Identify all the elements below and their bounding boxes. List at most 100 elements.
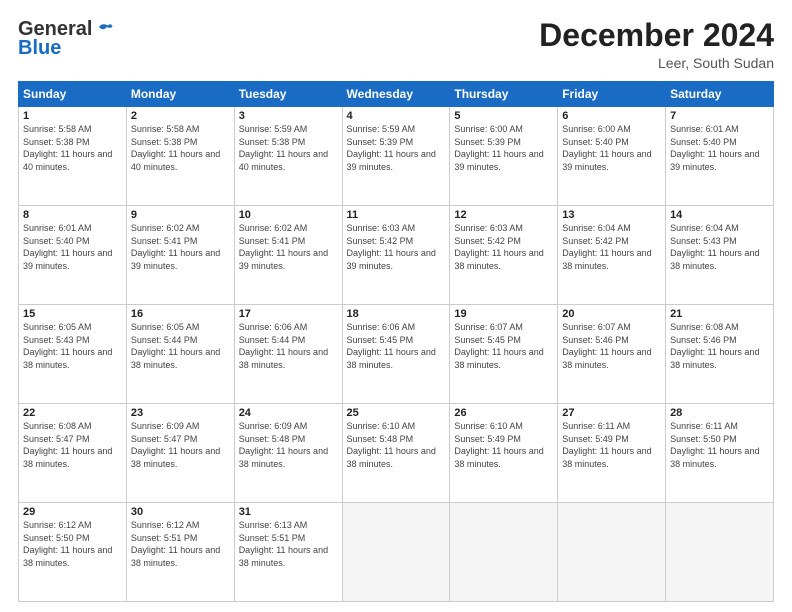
day-number: 16	[131, 308, 230, 320]
table-row: 6 Sunrise: 6:00 AM Sunset: 5:40 PM Dayli…	[558, 107, 666, 206]
table-row: 27 Sunrise: 6:11 AM Sunset: 5:49 PM Dayl…	[558, 404, 666, 503]
table-row: 17 Sunrise: 6:06 AM Sunset: 5:44 PM Dayl…	[234, 305, 342, 404]
day-info: Sunrise: 6:12 AM Sunset: 5:50 PM Dayligh…	[23, 519, 122, 569]
table-row: 11 Sunrise: 6:03 AM Sunset: 5:42 PM Dayl…	[342, 206, 450, 305]
calendar-row: 8 Sunrise: 6:01 AM Sunset: 5:40 PM Dayli…	[19, 206, 774, 305]
table-row: 23 Sunrise: 6:09 AM Sunset: 5:47 PM Dayl…	[126, 404, 234, 503]
day-number: 30	[131, 506, 230, 518]
calendar-table: Sunday Monday Tuesday Wednesday Thursday…	[18, 81, 774, 602]
table-row	[342, 503, 450, 602]
day-number: 25	[347, 407, 446, 419]
day-info: Sunrise: 6:04 AM Sunset: 5:42 PM Dayligh…	[562, 222, 661, 272]
table-row: 10 Sunrise: 6:02 AM Sunset: 5:41 PM Dayl…	[234, 206, 342, 305]
day-number: 20	[562, 308, 661, 320]
day-number: 1	[23, 110, 122, 122]
day-number: 28	[670, 407, 769, 419]
table-row: 4 Sunrise: 5:59 AM Sunset: 5:39 PM Dayli…	[342, 107, 450, 206]
table-row: 7 Sunrise: 6:01 AM Sunset: 5:40 PM Dayli…	[666, 107, 774, 206]
day-number: 19	[454, 308, 553, 320]
day-info: Sunrise: 6:00 AM Sunset: 5:40 PM Dayligh…	[562, 123, 661, 173]
day-info: Sunrise: 6:06 AM Sunset: 5:44 PM Dayligh…	[239, 321, 338, 371]
day-number: 26	[454, 407, 553, 419]
day-info: Sunrise: 6:09 AM Sunset: 5:48 PM Dayligh…	[239, 420, 338, 470]
calendar-row: 1 Sunrise: 5:58 AM Sunset: 5:38 PM Dayli…	[19, 107, 774, 206]
day-number: 2	[131, 110, 230, 122]
header-right: December 2024 Leer, South Sudan	[539, 18, 774, 71]
day-info: Sunrise: 5:58 AM Sunset: 5:38 PM Dayligh…	[131, 123, 230, 173]
day-number: 12	[454, 209, 553, 221]
day-info: Sunrise: 5:59 AM Sunset: 5:39 PM Dayligh…	[347, 123, 446, 173]
month-title: December 2024	[539, 18, 774, 53]
day-info: Sunrise: 6:06 AM Sunset: 5:45 PM Dayligh…	[347, 321, 446, 371]
day-info: Sunrise: 6:13 AM Sunset: 5:51 PM Dayligh…	[239, 519, 338, 569]
day-info: Sunrise: 6:05 AM Sunset: 5:44 PM Dayligh…	[131, 321, 230, 371]
day-number: 29	[23, 506, 122, 518]
day-number: 5	[454, 110, 553, 122]
table-row: 8 Sunrise: 6:01 AM Sunset: 5:40 PM Dayli…	[19, 206, 127, 305]
day-number: 8	[23, 209, 122, 221]
table-row: 19 Sunrise: 6:07 AM Sunset: 5:45 PM Dayl…	[450, 305, 558, 404]
table-row: 25 Sunrise: 6:10 AM Sunset: 5:48 PM Dayl…	[342, 404, 450, 503]
day-info: Sunrise: 5:58 AM Sunset: 5:38 PM Dayligh…	[23, 123, 122, 173]
page: General Blue December 2024 Leer, South S…	[0, 0, 792, 612]
day-info: Sunrise: 6:02 AM Sunset: 5:41 PM Dayligh…	[239, 222, 338, 272]
table-row: 31 Sunrise: 6:13 AM Sunset: 5:51 PM Dayl…	[234, 503, 342, 602]
day-info: Sunrise: 6:01 AM Sunset: 5:40 PM Dayligh…	[23, 222, 122, 272]
day-info: Sunrise: 6:00 AM Sunset: 5:39 PM Dayligh…	[454, 123, 553, 173]
table-row: 3 Sunrise: 5:59 AM Sunset: 5:38 PM Dayli…	[234, 107, 342, 206]
table-row: 18 Sunrise: 6:06 AM Sunset: 5:45 PM Dayl…	[342, 305, 450, 404]
header: General Blue December 2024 Leer, South S…	[18, 18, 774, 71]
table-row: 15 Sunrise: 6:05 AM Sunset: 5:43 PM Dayl…	[19, 305, 127, 404]
day-number: 18	[347, 308, 446, 320]
day-number: 17	[239, 308, 338, 320]
col-saturday: Saturday	[666, 82, 774, 107]
day-number: 22	[23, 407, 122, 419]
col-tuesday: Tuesday	[234, 82, 342, 107]
table-row: 9 Sunrise: 6:02 AM Sunset: 5:41 PM Dayli…	[126, 206, 234, 305]
table-row: 14 Sunrise: 6:04 AM Sunset: 5:43 PM Dayl…	[666, 206, 774, 305]
day-info: Sunrise: 6:07 AM Sunset: 5:46 PM Dayligh…	[562, 321, 661, 371]
day-number: 24	[239, 407, 338, 419]
table-row: 1 Sunrise: 5:58 AM Sunset: 5:38 PM Dayli…	[19, 107, 127, 206]
day-info: Sunrise: 6:01 AM Sunset: 5:40 PM Dayligh…	[670, 123, 769, 173]
day-info: Sunrise: 6:10 AM Sunset: 5:49 PM Dayligh…	[454, 420, 553, 470]
day-number: 31	[239, 506, 338, 518]
table-row: 20 Sunrise: 6:07 AM Sunset: 5:46 PM Dayl…	[558, 305, 666, 404]
table-row: 29 Sunrise: 6:12 AM Sunset: 5:50 PM Dayl…	[19, 503, 127, 602]
day-number: 3	[239, 110, 338, 122]
table-row: 24 Sunrise: 6:09 AM Sunset: 5:48 PM Dayl…	[234, 404, 342, 503]
day-info: Sunrise: 6:11 AM Sunset: 5:49 PM Dayligh…	[562, 420, 661, 470]
day-info: Sunrise: 6:12 AM Sunset: 5:51 PM Dayligh…	[131, 519, 230, 569]
location: Leer, South Sudan	[539, 55, 774, 71]
day-number: 6	[562, 110, 661, 122]
table-row: 12 Sunrise: 6:03 AM Sunset: 5:42 PM Dayl…	[450, 206, 558, 305]
day-number: 14	[670, 209, 769, 221]
calendar-row: 15 Sunrise: 6:05 AM Sunset: 5:43 PM Dayl…	[19, 305, 774, 404]
table-row: 26 Sunrise: 6:10 AM Sunset: 5:49 PM Dayl…	[450, 404, 558, 503]
day-info: Sunrise: 6:09 AM Sunset: 5:47 PM Dayligh…	[131, 420, 230, 470]
day-number: 4	[347, 110, 446, 122]
table-row: 16 Sunrise: 6:05 AM Sunset: 5:44 PM Dayl…	[126, 305, 234, 404]
col-monday: Monday	[126, 82, 234, 107]
day-info: Sunrise: 6:02 AM Sunset: 5:41 PM Dayligh…	[131, 222, 230, 272]
day-info: Sunrise: 6:08 AM Sunset: 5:47 PM Dayligh…	[23, 420, 122, 470]
day-number: 21	[670, 308, 769, 320]
day-number: 7	[670, 110, 769, 122]
table-row: 2 Sunrise: 5:58 AM Sunset: 5:38 PM Dayli…	[126, 107, 234, 206]
col-wednesday: Wednesday	[342, 82, 450, 107]
table-row: 21 Sunrise: 6:08 AM Sunset: 5:46 PM Dayl…	[666, 305, 774, 404]
calendar-header-row: Sunday Monday Tuesday Wednesday Thursday…	[19, 82, 774, 107]
logo: General Blue	[18, 18, 114, 60]
table-row	[558, 503, 666, 602]
table-row	[666, 503, 774, 602]
col-sunday: Sunday	[19, 82, 127, 107]
table-row: 5 Sunrise: 6:00 AM Sunset: 5:39 PM Dayli…	[450, 107, 558, 206]
day-number: 10	[239, 209, 338, 221]
day-info: Sunrise: 6:05 AM Sunset: 5:43 PM Dayligh…	[23, 321, 122, 371]
day-info: Sunrise: 6:03 AM Sunset: 5:42 PM Dayligh…	[454, 222, 553, 272]
day-number: 11	[347, 209, 446, 221]
table-row: 22 Sunrise: 6:08 AM Sunset: 5:47 PM Dayl…	[19, 404, 127, 503]
calendar-row: 22 Sunrise: 6:08 AM Sunset: 5:47 PM Dayl…	[19, 404, 774, 503]
logo-blue: Blue	[18, 37, 61, 60]
day-info: Sunrise: 5:59 AM Sunset: 5:38 PM Dayligh…	[239, 123, 338, 173]
